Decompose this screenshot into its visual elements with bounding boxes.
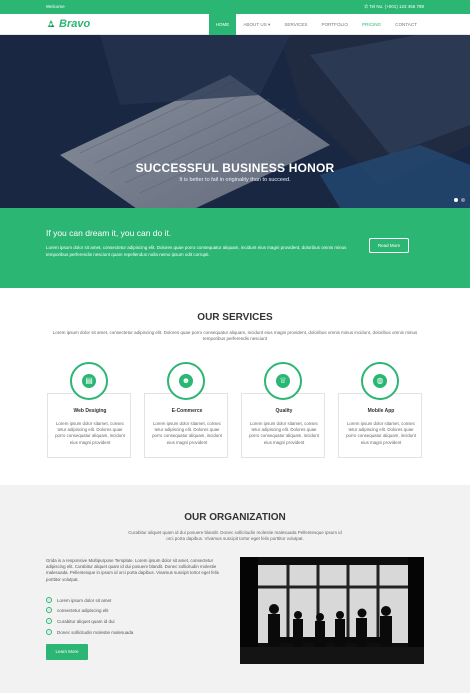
service-card-mobile[interactable]: Mobile App Lorem ipsum dolor sitamet, co…: [338, 393, 422, 458]
trophy-icon: ♕: [264, 362, 302, 400]
service-card-ecommerce[interactable]: E-Commerce Lorem ipsum dolor sitamet, co…: [144, 393, 228, 458]
logo-text: Bravo: [59, 18, 91, 30]
phone-number: Tel No. (+001) 123 456 789: [369, 4, 424, 9]
cta-text: Lorem ipsum dolor sit amet, consectetur …: [46, 245, 347, 257]
list-item-text: Curabitur aliquet quam id dui: [57, 618, 115, 624]
nav-services[interactable]: SERVICES: [277, 14, 314, 35]
organization-text: Grida is a responsive Multipurpose Templ…: [46, 558, 219, 582]
service-title: Mobile App: [367, 408, 395, 414]
list-item: › Curabitur aliquet quam id dui: [46, 618, 115, 624]
list-item-text: consectetur adipiscing elit: [57, 607, 109, 613]
services-desc: Lorem ipsum dolor sit amet, consectetur …: [52, 330, 418, 341]
organization-desc: Curabitur aliquet quam id dui posuere bl…: [128, 530, 342, 541]
globe-icon: ◍: [361, 362, 399, 400]
top-bar: Welcome ✆ Tel No. (+001) 123 456 789: [0, 0, 470, 14]
list-item-text: Lorem ipsum dolor sit amet: [57, 597, 112, 603]
list-item-text: Donec sollicitudin molestie malesuada: [57, 629, 134, 635]
list-item: › Lorem ipsum dolor sit amet: [46, 597, 111, 603]
service-title: E-Commerce: [171, 408, 203, 414]
recycle-logo-icon: [47, 20, 55, 27]
hero-title: SUCCESSFUL BUSINESS HONOR: [135, 161, 335, 175]
list-item: › Donec sollicitudin molestie malesuada: [46, 629, 133, 635]
organization-title: OUR ORGANIZATION: [184, 512, 286, 523]
users-icon: ☻: [167, 362, 205, 400]
check-circle-icon: ›: [46, 618, 52, 624]
service-text: Lorem ipsum dolor sitamet, consec tetur …: [55, 421, 125, 445]
book-icon: ▤: [70, 362, 108, 400]
nav-portfolio[interactable]: PORTFOLIO: [315, 14, 355, 35]
nav-home[interactable]: HOME: [208, 14, 237, 35]
hero-slider[interactable]: SUCCESSFUL BUSINESS HONOR It is better t…: [0, 35, 470, 208]
list-item: › consectetur adipiscing elit: [46, 607, 109, 613]
read-more-button[interactable]: Read More: [369, 238, 409, 253]
service-text: Lorem ipsum dolor sitamet, consec tetur …: [152, 421, 222, 445]
slider-dot[interactable]: [461, 198, 465, 202]
service-text: Lorem ipsum dolor sitamet, consec tetur …: [346, 421, 416, 445]
nav-contact[interactable]: CONTACT: [388, 14, 424, 35]
nav-pricing[interactable]: PRICING: [355, 14, 388, 35]
service-card-quality[interactable]: Quality Lorem ipsum dolor sitamet, conse…: [241, 393, 325, 458]
office-photo-graphic: [240, 557, 424, 664]
cta-heading: If you can dream it, you can do it.: [46, 228, 172, 238]
check-circle-icon: ›: [46, 597, 52, 603]
learn-more-button[interactable]: Learn More: [46, 644, 88, 660]
hero-subtitle: It is better to fail in originality than…: [179, 177, 291, 183]
service-text: Lorem ipsum dolor sitamet, consec tetur …: [249, 421, 319, 445]
welcome-text: Welcome: [46, 4, 65, 9]
office-meeting-photo: [240, 557, 424, 664]
check-circle-icon: ›: [46, 607, 52, 613]
service-card-web[interactable]: Web Desiging Lorem ipsum dolor sitamet, …: [47, 393, 131, 458]
service-title: Web Desiging: [73, 408, 107, 414]
nav-menu: HOME ABOUT US ▾ SERVICES PORTFOLIO PRICI…: [208, 14, 424, 35]
logo[interactable]: Bravo: [46, 18, 90, 30]
service-title: Quality: [275, 408, 293, 414]
slider-dot-active[interactable]: [454, 198, 458, 202]
services-title: OUR SERVICES: [197, 312, 273, 323]
check-circle-icon: ›: [46, 629, 52, 635]
phone-text: ✆ Tel No. (+001) 123 456 789: [364, 4, 424, 10]
nav-about-us[interactable]: ABOUT US ▾: [236, 14, 277, 35]
navbar: Bravo HOME ABOUT US ▾ SERVICES PORTFOLIO…: [0, 14, 470, 35]
